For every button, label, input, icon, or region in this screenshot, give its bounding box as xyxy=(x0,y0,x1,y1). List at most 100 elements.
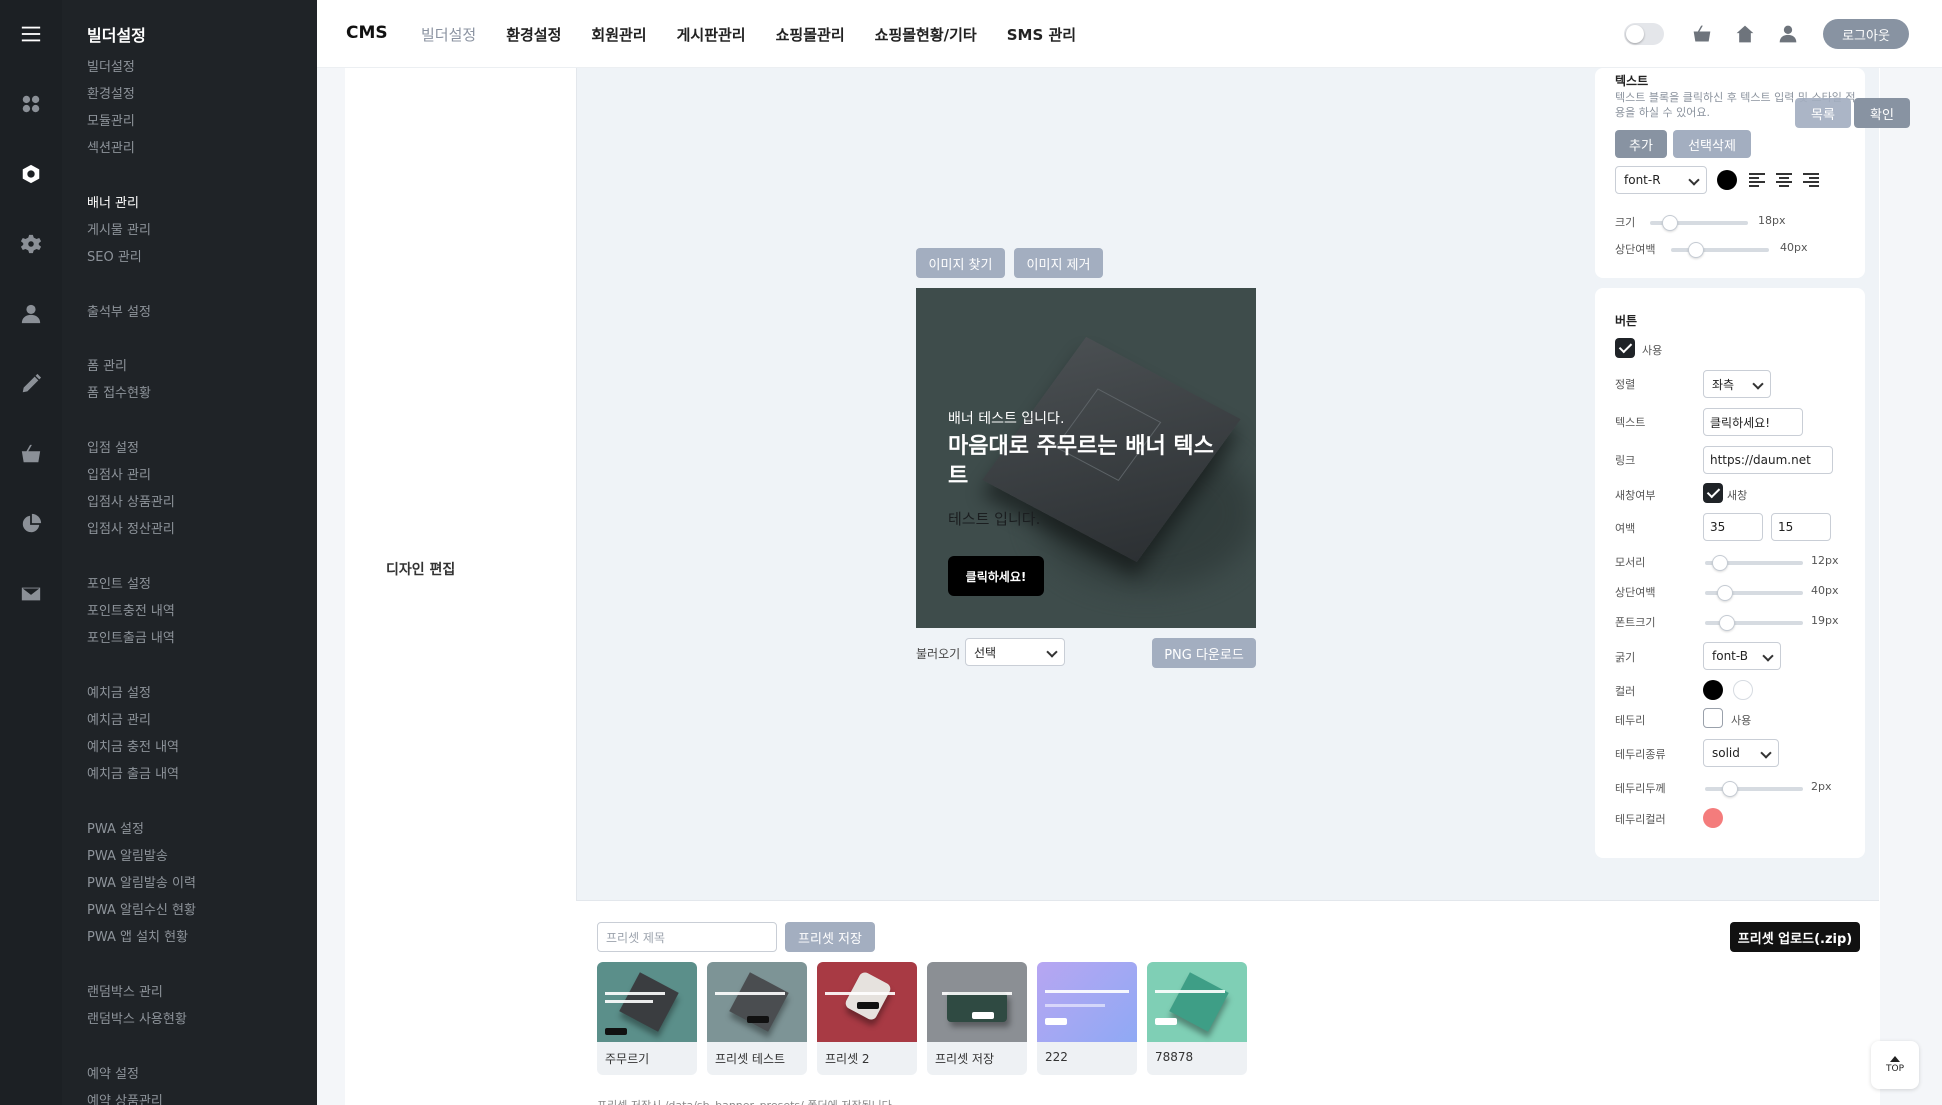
slider-knob[interactable] xyxy=(1722,781,1738,797)
png-download-button[interactable]: PNG 다운로드 xyxy=(1152,638,1256,668)
slider-knob[interactable] xyxy=(1717,585,1733,601)
sidebar-item[interactable]: 게시물 관리 xyxy=(87,219,151,238)
sidebar-item[interactable]: PWA 알림발송 이력 xyxy=(87,872,196,891)
basket-icon[interactable] xyxy=(1692,24,1712,44)
sidebar-item[interactable]: 폼 관리 xyxy=(87,355,127,374)
button-margin-slider[interactable] xyxy=(1705,585,1803,601)
sidebar-item[interactable]: 예약 상품관리 xyxy=(87,1090,163,1105)
grid-icon[interactable] xyxy=(19,92,43,116)
sidebar-item[interactable]: 랜덤박스 사용현황 xyxy=(87,1008,187,1027)
user-icon[interactable] xyxy=(1778,24,1798,44)
sidebar-item[interactable]: 포인트충전 내역 xyxy=(87,600,175,619)
sidebar-item[interactable]: PWA 앱 설치 현황 xyxy=(87,926,188,945)
remove-image-button[interactable]: 이미지 제거 xyxy=(1014,248,1103,278)
slider-knob[interactable] xyxy=(1662,215,1678,231)
padding-y-input[interactable]: 15 xyxy=(1771,513,1831,541)
nav-shop-status[interactable]: 쇼핑몰현황/기타 xyxy=(875,24,977,45)
text-add-button[interactable]: 추가 xyxy=(1615,130,1667,158)
sidebar-item[interactable]: 예치금 출금 내역 xyxy=(87,763,179,782)
gear-icon[interactable] xyxy=(19,232,43,256)
sidebar-item[interactable]: 모듈관리 xyxy=(87,110,135,129)
link-input[interactable]: https://daum.net xyxy=(1703,446,1833,474)
banner-cta-button[interactable]: 클릭하세요! xyxy=(948,556,1044,596)
sidebar-item[interactable]: 포인트 설정 xyxy=(87,573,151,592)
banner-subtitle[interactable]: 배너 테스트 입니다. xyxy=(948,408,1064,428)
button-bg-color-swatch[interactable] xyxy=(1703,680,1723,700)
slider-knob[interactable] xyxy=(1719,615,1735,631)
pencil-icon[interactable] xyxy=(19,372,43,396)
sidebar-item[interactable]: 입점사 정산관리 xyxy=(87,518,175,537)
sidebar-item[interactable]: 랜덤박스 관리 xyxy=(87,981,163,1000)
text-color-swatch[interactable] xyxy=(1717,170,1737,190)
nav-builder[interactable]: 빌더설정 xyxy=(421,24,476,45)
border-use-checkbox[interactable] xyxy=(1703,708,1723,728)
confirm-button[interactable]: 확인 xyxy=(1854,98,1910,128)
button-text-input[interactable]: 클릭하세요! xyxy=(1703,408,1803,436)
pie-chart-icon[interactable] xyxy=(19,512,43,536)
sidebar-item[interactable]: 입점사 상품관리 xyxy=(87,491,175,510)
sidebar-item[interactable]: 입점 설정 xyxy=(87,437,139,456)
new-window-checkbox[interactable] xyxy=(1703,483,1723,503)
nav-settings[interactable]: 환경설정 xyxy=(506,24,561,45)
preset-title-input[interactable]: 프리셋 제목 xyxy=(597,922,777,952)
basket-icon[interactable] xyxy=(19,442,43,466)
padding-x-input[interactable]: 35 xyxy=(1703,513,1763,541)
sidebar-item[interactable]: 입점사 관리 xyxy=(87,464,151,483)
nav-members[interactable]: 회원관리 xyxy=(591,24,646,45)
sidebar-item[interactable]: 폼 접수현황 xyxy=(87,382,151,401)
sidebar-item[interactable]: 예치금 충전 내역 xyxy=(87,736,179,755)
preset-card[interactable]: 프리셋 테스트 xyxy=(707,962,807,1075)
sidebar-item[interactable]: 섹션관리 xyxy=(87,137,135,156)
text-font-select[interactable]: font-R xyxy=(1615,166,1707,194)
align-left-icon[interactable] xyxy=(1749,173,1765,187)
preset-card[interactable]: 222 xyxy=(1037,962,1137,1075)
preset-upload-button[interactable]: 프리셋 업로드(.zip) xyxy=(1730,922,1860,952)
button-text-color-swatch[interactable] xyxy=(1733,680,1753,700)
sidebar-item[interactable]: 예약 설정 xyxy=(87,1063,139,1082)
sidebar-item[interactable]: PWA 알림수신 현황 xyxy=(87,899,196,918)
banner-body[interactable]: 테스트 입니다. xyxy=(948,508,1040,529)
builder-icon[interactable] xyxy=(19,162,43,186)
find-image-button[interactable]: 이미지 찾기 xyxy=(916,248,1005,278)
sidebar-item[interactable]: 예치금 관리 xyxy=(87,709,151,728)
banner-headline[interactable]: 마음대로 주무르는 배너 텍스트 xyxy=(948,432,1228,492)
font-size-slider[interactable] xyxy=(1705,615,1803,631)
nav-sms[interactable]: SMS 관리 xyxy=(1007,24,1076,45)
border-width-slider[interactable] xyxy=(1705,781,1803,797)
scroll-top-button[interactable]: TOP xyxy=(1871,1041,1919,1089)
preset-card[interactable]: 78878 xyxy=(1147,962,1247,1075)
radius-slider[interactable] xyxy=(1705,555,1803,571)
home-icon[interactable] xyxy=(1735,24,1755,44)
weight-select[interactable]: font-B xyxy=(1703,642,1781,670)
sidebar-item[interactable]: 예치금 설정 xyxy=(87,682,151,701)
border-type-select[interactable]: solid xyxy=(1703,739,1779,767)
logout-button[interactable]: 로그아웃 xyxy=(1823,19,1909,49)
sidebar-item-active[interactable]: 배너 관리 xyxy=(87,192,139,211)
text-delete-button[interactable]: 선택삭제 xyxy=(1673,130,1751,158)
brand-logo[interactable]: CMS xyxy=(346,23,388,43)
sidebar-item[interactable]: 빌더설정 xyxy=(87,56,135,75)
sidebar-item[interactable]: 출석부 설정 xyxy=(87,301,151,320)
align-right-icon[interactable] xyxy=(1803,173,1819,187)
banner-preview[interactable]: 배너 테스트 입니다. 마음대로 주무르는 배너 텍스트 테스트 입니다. 클릭… xyxy=(916,288,1256,628)
preset-card[interactable]: 프리셋 저장 xyxy=(927,962,1027,1075)
user-icon[interactable] xyxy=(19,302,43,326)
sidebar-item[interactable]: 포인트출금 내역 xyxy=(87,627,175,646)
text-margin-slider[interactable] xyxy=(1671,242,1769,258)
text-size-slider[interactable] xyxy=(1650,215,1748,231)
preset-save-button[interactable]: 프리셋 저장 xyxy=(785,922,875,952)
list-button[interactable]: 목록 xyxy=(1795,98,1851,128)
theme-toggle[interactable] xyxy=(1624,23,1664,45)
preset-card[interactable]: 주무르기 xyxy=(597,962,697,1075)
nav-boards[interactable]: 게시판관리 xyxy=(677,24,746,45)
border-color-swatch[interactable] xyxy=(1703,808,1723,828)
mail-icon[interactable] xyxy=(19,582,43,606)
sidebar-item[interactable]: 환경설정 xyxy=(87,83,135,102)
sidebar-item[interactable]: SEO 관리 xyxy=(87,246,142,265)
button-use-checkbox[interactable] xyxy=(1615,338,1635,358)
load-select[interactable]: 선택 xyxy=(965,638,1065,666)
align-center-icon[interactable] xyxy=(1776,173,1792,187)
sidebar-item[interactable]: PWA 알림발송 xyxy=(87,845,168,864)
menu-icon[interactable] xyxy=(19,22,43,46)
align-select[interactable]: 좌측 xyxy=(1703,370,1771,398)
